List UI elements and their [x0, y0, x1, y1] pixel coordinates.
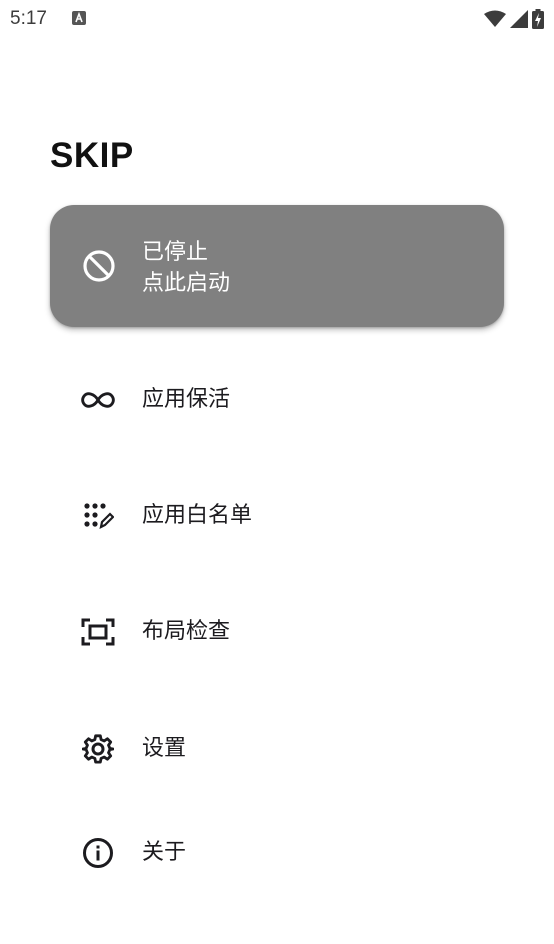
dots-edit-icon: [80, 500, 116, 532]
app-screen: 5:17 SKIP 已停止 点此启动 应用保活 应用白名单 布局检查 设置 关于: [0, 0, 554, 944]
menu-item-layout-inspect[interactable]: 布局检查: [50, 596, 504, 668]
battery-charging-icon: [532, 9, 544, 29]
menu-item-label: 应用保活: [142, 387, 231, 412]
infinity-icon: [80, 384, 116, 416]
service-status-label: 已停止: [142, 240, 209, 265]
service-status-card[interactable]: 已停止 点此启动: [50, 205, 504, 327]
menu-item-settings[interactable]: 设置: [50, 713, 504, 785]
menu-item-label: 应用白名单: [142, 503, 253, 528]
menu-item-app-whitelist[interactable]: 应用白名单: [50, 480, 504, 552]
menu-item-keep-alive[interactable]: 应用保活: [50, 364, 504, 436]
menu-item-label: 设置: [142, 736, 187, 761]
status-time: 5:17: [10, 8, 47, 29]
cellular-signal-icon: [510, 10, 528, 28]
status-icons: [484, 9, 544, 29]
menu-item-about[interactable]: 关于: [50, 817, 504, 889]
menu-item-label: 关于: [142, 840, 187, 865]
block-icon: [83, 250, 115, 282]
info-icon: [80, 837, 116, 869]
menu-item-label: 布局检查: [142, 619, 231, 644]
service-status-text: 已停止 点此启动: [142, 237, 230, 299]
keyboard-a-icon: [72, 11, 86, 25]
gear-icon: [80, 733, 116, 765]
layout-frame-icon: [80, 616, 116, 648]
status-bar: 5:17: [0, 0, 554, 38]
service-action-hint: 点此启动: [142, 271, 231, 296]
wifi-icon: [484, 10, 506, 27]
app-title: SKIP: [50, 136, 134, 175]
